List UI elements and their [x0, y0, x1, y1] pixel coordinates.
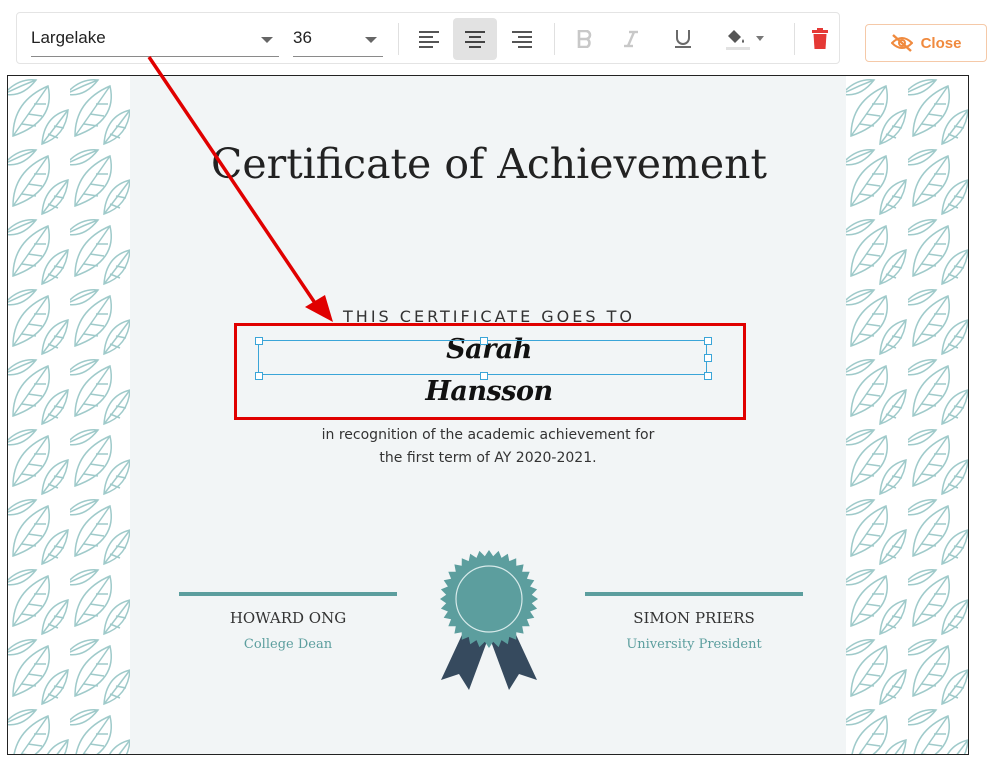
underline-icon	[675, 30, 691, 48]
align-center-icon	[465, 31, 485, 48]
signature-line-left	[179, 592, 397, 596]
signature-line-right	[585, 592, 803, 596]
fill-color-icon	[726, 30, 764, 50]
font-size-select[interactable]: 36	[293, 23, 383, 57]
align-left-icon	[419, 31, 439, 48]
bold-button[interactable]	[563, 18, 607, 60]
leaf-pattern-right	[846, 76, 968, 754]
close-button-label: Close	[920, 34, 962, 52]
signatory-name-right[interactable]: SIMON PRIERS	[585, 609, 803, 627]
delete-button[interactable]	[798, 18, 842, 60]
chevron-down-icon	[365, 37, 377, 43]
trash-icon	[812, 28, 828, 49]
signatory-role-right[interactable]: University President	[585, 637, 803, 652]
signatory-role-left[interactable]: College Dean	[179, 637, 397, 652]
recognition-line-1: in recognition of the academic achieveme…	[321, 427, 655, 443]
certificate-title[interactable]: Certificate of Achievement	[138, 140, 840, 188]
fill-color-button[interactable]	[717, 18, 775, 60]
annotation-highlight-box	[234, 323, 746, 420]
award-seal-icon[interactable]	[433, 544, 545, 692]
align-left-button[interactable]	[407, 18, 451, 60]
chevron-down-icon	[261, 37, 273, 43]
underline-button[interactable]	[661, 18, 705, 60]
recognition-text[interactable]: in recognition of the academic achieveme…	[238, 424, 738, 470]
toolbar-divider	[794, 23, 795, 55]
font-size-value: 36	[293, 28, 312, 47]
align-right-icon	[512, 31, 532, 48]
signatory-name-left[interactable]: HOWARD ONG	[179, 609, 397, 627]
recognition-line-2: the first term of AY 2020-2021.	[379, 450, 597, 466]
font-family-value: Largelake	[31, 28, 106, 47]
bold-icon	[577, 30, 592, 48]
toolbar-divider	[398, 23, 399, 55]
eye-off-icon	[890, 34, 913, 52]
align-right-button[interactable]	[500, 18, 544, 60]
text-format-toolbar: Largelake 36	[16, 12, 840, 64]
italic-button[interactable]	[609, 18, 653, 60]
italic-icon	[624, 30, 638, 48]
toolbar-divider	[554, 23, 555, 55]
close-button[interactable]: Close	[865, 24, 987, 62]
font-family-select[interactable]: Largelake	[31, 23, 279, 57]
align-center-button[interactable]	[453, 18, 497, 60]
leaf-pattern-left	[8, 76, 130, 754]
